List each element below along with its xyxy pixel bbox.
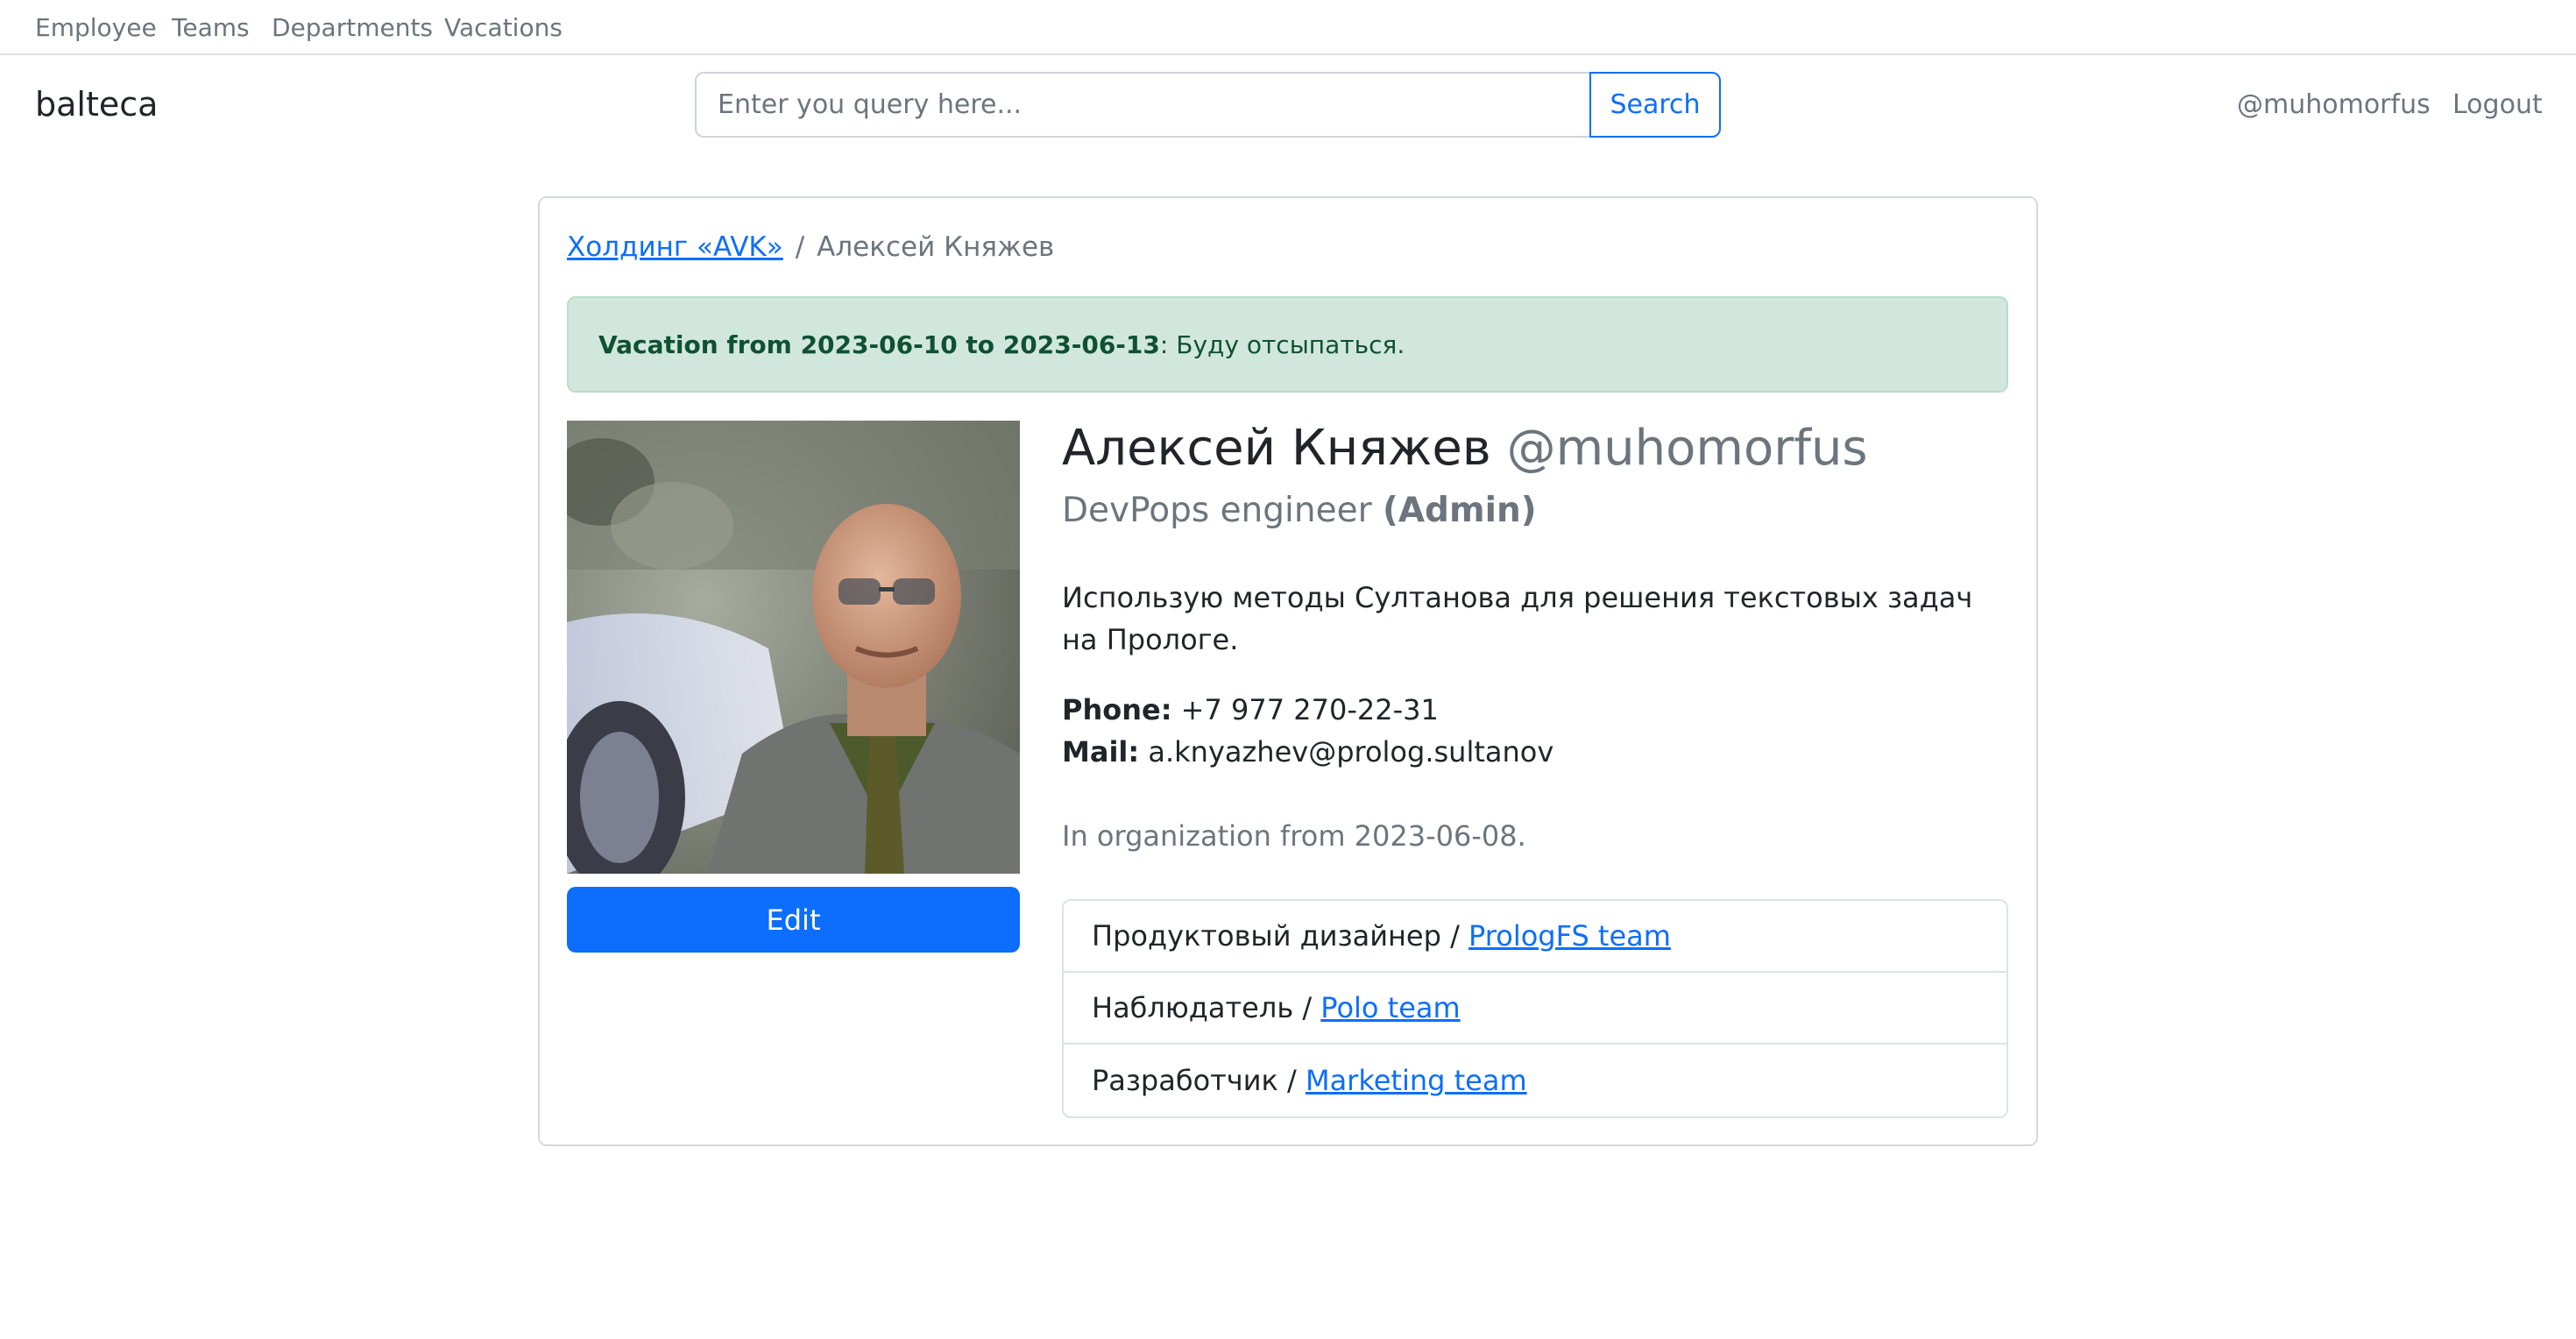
vacation-dates: Vacation from 2023-06-10 to 2023-06-13: [598, 329, 1160, 359]
team-list: Продуктовый дизайнер / PrologFS team Наб…: [1062, 899, 2008, 1118]
edit-button[interactable]: Edit: [567, 887, 1020, 953]
organization-since: In organization from 2023-06-08.: [1062, 819, 1526, 853]
brand-logo[interactable]: balteca: [35, 84, 158, 124]
vacation-colon: :: [1159, 329, 1169, 359]
breadcrumb-parent-link[interactable]: Холдинг «AVK»: [567, 231, 783, 263]
nav-vacations[interactable]: Vacations: [444, 12, 563, 44]
search-button[interactable]: Search: [1589, 72, 1721, 138]
logout-link[interactable]: Logout: [2452, 88, 2543, 123]
mail-label: Mail:: [1062, 735, 1140, 769]
employee-photo: [567, 421, 1020, 874]
full-name: Алексей Княжев: [1062, 420, 1491, 477]
team-link[interactable]: PrologFS team: [1468, 919, 1671, 953]
list-item: Наблюдатель / Polo team: [1064, 973, 2006, 1045]
team-role: Продуктовый дизайнер /: [1092, 919, 1469, 953]
phone-value: +7 977 270-22-31: [1180, 693, 1439, 726]
phone-row: Phone: +7 977 270-22-31: [1062, 689, 1553, 731]
role-badge: (Admin): [1383, 491, 1537, 530]
employee-position: DevPops engineer (Admin): [1062, 489, 1537, 533]
employee-bio: Использую методы Султанова для решения т…: [1062, 581, 1973, 656]
contacts: Phone: +7 977 270-22-31 Mail: a.knyazhev…: [1062, 689, 1553, 773]
employee-name: Алексей Княжев @muhomorfus: [1062, 419, 1868, 478]
mail-value: a.knyazhev@prolog.sultanov: [1148, 735, 1554, 769]
nav-employee[interactable]: Employee: [35, 12, 157, 44]
top-nav: Employee Teams Departments Vacations: [0, 0, 2576, 55]
employee-handle: @muhomorfus: [1506, 420, 1868, 477]
nav-teams[interactable]: Teams: [172, 12, 250, 44]
vacation-comment: Буду отсыпаться.: [1168, 329, 1405, 359]
breadcrumb-separator: /: [795, 231, 805, 263]
vacation-alert: Vacation from 2023-06-10 to 2023-06-13: …: [567, 296, 2008, 393]
portrait-image: [567, 421, 1020, 874]
phone-label: Phone:: [1062, 693, 1172, 726]
team-link[interactable]: Marketing team: [1306, 1064, 1527, 1097]
position-title: DevPops engineer: [1062, 491, 1372, 530]
team-link[interactable]: Polo team: [1320, 991, 1460, 1024]
breadcrumb: Холдинг «AVK» / Алексей Княжев: [567, 230, 1054, 265]
team-role: Наблюдатель /: [1092, 991, 1321, 1024]
nav-departments[interactable]: Departments: [272, 12, 433, 44]
mail-row: Mail: a.knyazhev@prolog.sultanov: [1062, 731, 1553, 773]
user-profile-link[interactable]: @muhomorfus: [2237, 88, 2431, 123]
list-item: Продуктовый дизайнер / PrologFS team: [1064, 901, 2006, 973]
search-input[interactable]: [695, 72, 1591, 138]
team-role: Разработчик /: [1092, 1064, 1306, 1097]
breadcrumb-current: Алексей Княжев: [817, 231, 1055, 263]
list-item: Разработчик / Marketing team: [1064, 1045, 2006, 1116]
